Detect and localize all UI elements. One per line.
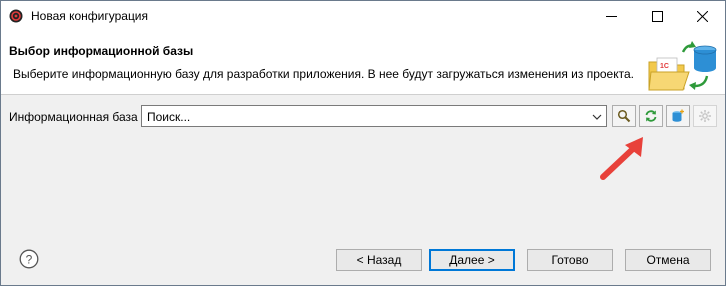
refresh-button[interactable] [639,105,663,127]
chevron-down-icon[interactable] [592,112,602,122]
search-icon [617,109,631,123]
page-title: Выбор информационной базы [9,44,194,58]
settings-icon [699,110,711,122]
infobase-label: Информационная база [9,110,138,124]
settings-button[interactable] [693,105,717,127]
wizard-header: Выбор информационной базы Выберите инфор… [1,32,725,95]
infobase-combobox-value: Поиск... [147,110,191,124]
window-title: Новая конфигурация [31,9,149,23]
minimize-icon [605,16,617,17]
close-button[interactable] [679,1,725,32]
infobase-field-row: Информационная база Поиск... [1,105,725,129]
title-bar: Новая конфигурация [1,1,725,32]
maximize-icon [651,11,663,22]
minimize-button[interactable] [588,1,634,32]
finish-button[interactable]: Готово [527,249,613,271]
folder-database-sync-icon: 1С [648,41,717,91]
dialog-window: Новая конфигурация Выбор информационной … [0,0,726,286]
cancel-button[interactable]: Отмена [625,249,711,271]
add-database-icon [672,109,684,122]
callout-arrow-icon [600,137,643,180]
maximize-button[interactable] [634,1,680,32]
add-database-button[interactable] [666,105,690,127]
button-bar: ? < Назад Далее > Готово Отмена [1,237,725,285]
svg-text:1С: 1С [660,63,669,70]
refresh-icon [645,110,657,122]
close-icon [696,11,708,22]
svg-text:?: ? [26,253,33,267]
page-description: Выберите информационную базу для разрабо… [13,67,634,81]
next-button[interactable]: Далее > [429,249,515,271]
infobase-combobox[interactable]: Поиск... [141,105,607,127]
search-button[interactable] [612,105,636,127]
help-icon[interactable]: ? [19,249,39,269]
back-button[interactable]: < Назад [336,249,422,271]
app-logo-icon [9,9,23,23]
